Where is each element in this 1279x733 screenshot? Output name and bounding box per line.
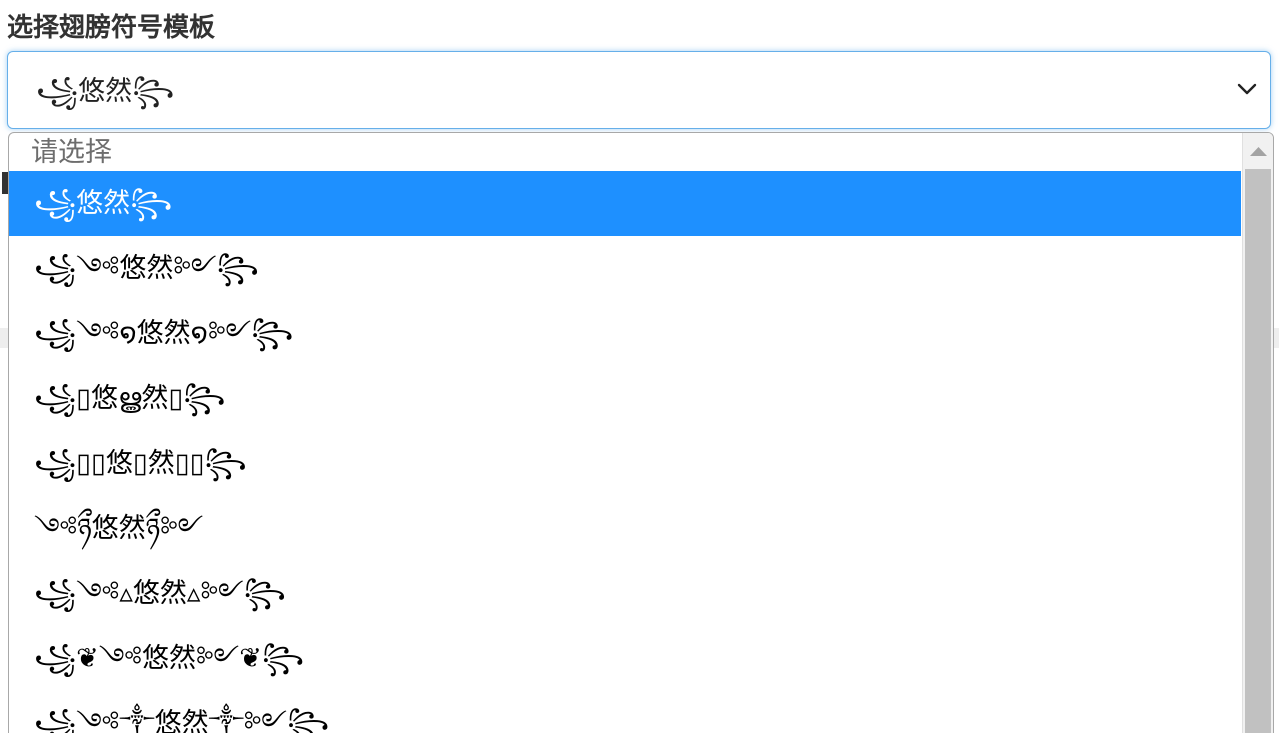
select-option[interactable]: ꧁༺悠然༻꧂ — [9, 236, 1241, 301]
background-divider — [0, 328, 8, 348]
wing-template-select[interactable]: ꧁悠然꧂ — [7, 51, 1271, 129]
select-option[interactable]: ꧁༺໑悠然໑༻꧂ — [9, 301, 1241, 366]
select-option[interactable]: ꧁悠然꧂ — [9, 171, 1241, 236]
select-option[interactable]: ꧁▯▯悠▯然▯▯꧂ — [9, 431, 1241, 496]
select-option[interactable]: ꧁༺༒悠然༒༻꧂ — [9, 691, 1241, 733]
option-placeholder[interactable]: 请选择 — [9, 133, 1241, 171]
select-option[interactable]: ꧁▯悠ൠ然▯꧂ — [9, 366, 1241, 431]
select-current-value: ꧁悠然꧂ — [36, 76, 175, 107]
select-option[interactable]: ꧁❦༺悠然༻❦꧂ — [9, 626, 1241, 691]
triangle-up-icon[interactable] — [1243, 133, 1274, 169]
field-label: 选择翅膀符号模板 — [7, 13, 216, 43]
select-dropdown-list[interactable]: 请选择 ꧁悠然꧂ ꧁༺悠然༻꧂ ꧁༺໑悠然໑༻꧂ ꧁▯悠ൠ然▯꧂ ꧁▯▯悠▯然▯▯꧂ ༺ཉྀ… — [8, 132, 1274, 733]
select-option[interactable]: ༺ཉྀ悠然ཉྀ༻ — [9, 496, 1241, 561]
select-option[interactable]: ꧁༺▵悠然▵༻꧂ — [9, 561, 1241, 626]
page: 选择翅膀符号模板 ꧁悠然꧂ 请选择 ꧁悠然꧂ ꧁༺悠然༻꧂ ꧁༺໑悠然໑༻꧂ ꧁▯悠ൠ然… — [0, 0, 1279, 733]
option-list: 请选择 ꧁悠然꧂ ꧁༺悠然༻꧂ ꧁༺໑悠然໑༻꧂ ꧁▯悠ൠ然▯꧂ ꧁▯▯悠▯然▯▯꧂ ༺ཉྀ… — [9, 133, 1241, 733]
scroll-thumb[interactable] — [1245, 169, 1271, 733]
dropdown-scrollbar[interactable] — [1242, 133, 1273, 733]
chevron-down-icon[interactable] — [1236, 82, 1258, 96]
